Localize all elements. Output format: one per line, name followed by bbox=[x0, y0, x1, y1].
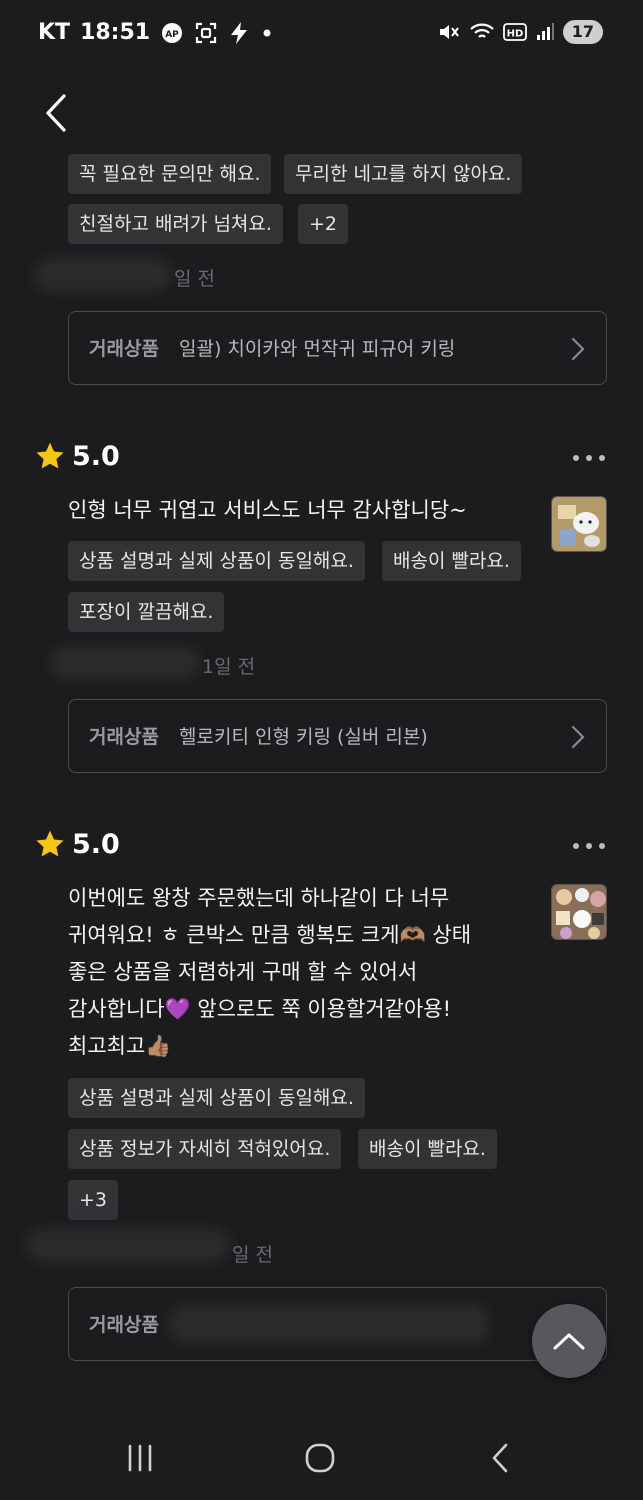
traded-product-link[interactable]: 거래상품 헬로키티 인형 키링 (실버 리본) bbox=[68, 699, 607, 773]
review-text-line: 최고최고👍🏽 bbox=[68, 1034, 172, 1058]
review-tag: 배송이 빨라요. bbox=[358, 1129, 497, 1169]
review-text-line: 이번에도 왕창 주문했는데 하나같이 다 너무 bbox=[68, 886, 450, 910]
product-name: 일괄) 치이카와 먼작귀 피규어 키링 bbox=[179, 338, 456, 360]
review-tag: 상품 설명과 실제 상품이 동일해요. bbox=[68, 541, 365, 581]
home-icon bbox=[305, 1443, 335, 1473]
screenshot-icon bbox=[194, 21, 218, 45]
review-text: 인형 너무 귀엽고 서비스도 너무 감사합니당~ bbox=[68, 498, 467, 522]
back-button[interactable] bbox=[36, 90, 76, 136]
chevron-up-icon bbox=[553, 1333, 585, 1350]
dot-icon bbox=[260, 26, 274, 40]
svg-text:HD: HD bbox=[506, 29, 523, 40]
carrier: KT bbox=[38, 20, 71, 45]
review-tag: 배송이 빨라요. bbox=[382, 541, 521, 581]
system-back-button[interactable] bbox=[470, 1438, 530, 1478]
back-arrow-icon bbox=[46, 94, 66, 132]
rating: 5.0 bbox=[34, 828, 120, 860]
review-text: 이번에도 왕창 주문했는데 하나같이 다 너무 귀여워요! ㅎ 큰박스 만큼 행… bbox=[68, 880, 471, 1065]
review-date: 1일 전 bbox=[202, 656, 256, 678]
status-right: HD 17 bbox=[437, 20, 603, 44]
review-more-tags[interactable]: +2 bbox=[298, 204, 349, 244]
reviewer-name-redacted bbox=[50, 646, 200, 680]
signal-icon bbox=[535, 22, 555, 42]
rating-value: 5.0 bbox=[72, 828, 120, 860]
battery-level: 17 bbox=[562, 20, 603, 44]
review-more-tags[interactable]: +3 bbox=[68, 1180, 119, 1220]
review-text-line: 감사합니다💜 앞으로도 쭉 이용할거같아용! bbox=[68, 997, 452, 1021]
reviewer-name-redacted bbox=[26, 1228, 230, 1262]
wifi-icon bbox=[469, 21, 495, 43]
more-options-button[interactable] bbox=[573, 843, 605, 849]
system-back-icon bbox=[492, 1443, 508, 1473]
review-tag: 무리한 네고를 하지 않아요. bbox=[284, 154, 523, 194]
review-photo-thumbnail[interactable] bbox=[551, 496, 607, 552]
review-text-line: 귀여워요! ㅎ 큰박스 만큼 행복도 크게🫶🏽 상태 bbox=[68, 923, 472, 947]
review-text-line: 좋은 상품을 저렴하게 구매 할 수 있어서 bbox=[68, 960, 418, 984]
clock: 18:51 bbox=[80, 20, 151, 45]
chevron-right-icon bbox=[571, 725, 585, 749]
review-tag: 상품 설명과 실제 상품이 동일해요. bbox=[68, 1078, 365, 1118]
product-label: 거래상품 bbox=[89, 1314, 159, 1336]
chevron-right-icon bbox=[571, 337, 585, 361]
product-name: 헬로키티 인형 키링 (실버 리본) bbox=[179, 726, 428, 748]
review-tag: 상품 정보가 자세히 적혀있어요. bbox=[68, 1129, 342, 1169]
reviewer-name-redacted bbox=[34, 258, 172, 292]
star-icon bbox=[36, 830, 64, 857]
rating-value: 5.0 bbox=[72, 440, 120, 472]
recent-apps-icon bbox=[128, 1444, 152, 1472]
star-icon bbox=[36, 442, 64, 469]
product-label: 거래상품 bbox=[89, 726, 159, 748]
product-name-redacted bbox=[169, 1304, 489, 1344]
svg-text:AP: AP bbox=[165, 30, 179, 40]
hd-icon: HD bbox=[502, 22, 527, 42]
scroll-to-top-button[interactable] bbox=[532, 1304, 606, 1378]
status-bar: KT 18:51 AP HD 17 bbox=[0, 0, 643, 72]
review-tag: 포장이 깔끔해요. bbox=[68, 592, 225, 632]
review-photo-thumbnail[interactable] bbox=[551, 884, 607, 940]
recent-apps-button[interactable] bbox=[110, 1438, 170, 1478]
more-options-button[interactable] bbox=[573, 455, 605, 461]
review-date: 일 전 bbox=[174, 268, 215, 290]
product-label: 거래상품 bbox=[89, 338, 159, 360]
review-tag: 친절하고 배려가 넘쳐요. bbox=[68, 204, 283, 244]
status-left: KT 18:51 AP bbox=[38, 20, 274, 45]
review-tag: 꼭 필요한 문의만 해요. bbox=[68, 154, 272, 194]
rating: 5.0 bbox=[34, 440, 120, 472]
home-button[interactable] bbox=[290, 1438, 350, 1478]
app-badge-icon: AP bbox=[160, 21, 184, 45]
bolt-icon bbox=[228, 21, 250, 45]
navigation-bar bbox=[0, 1412, 643, 1500]
mute-icon bbox=[437, 20, 461, 44]
traded-product-link[interactable]: 거래상품 마 bbox=[68, 1287, 607, 1361]
review-date: 일 전 bbox=[232, 1244, 273, 1266]
traded-product-link[interactable]: 거래상품 일괄) 치이카와 먼작귀 피규어 키링 bbox=[68, 311, 607, 385]
